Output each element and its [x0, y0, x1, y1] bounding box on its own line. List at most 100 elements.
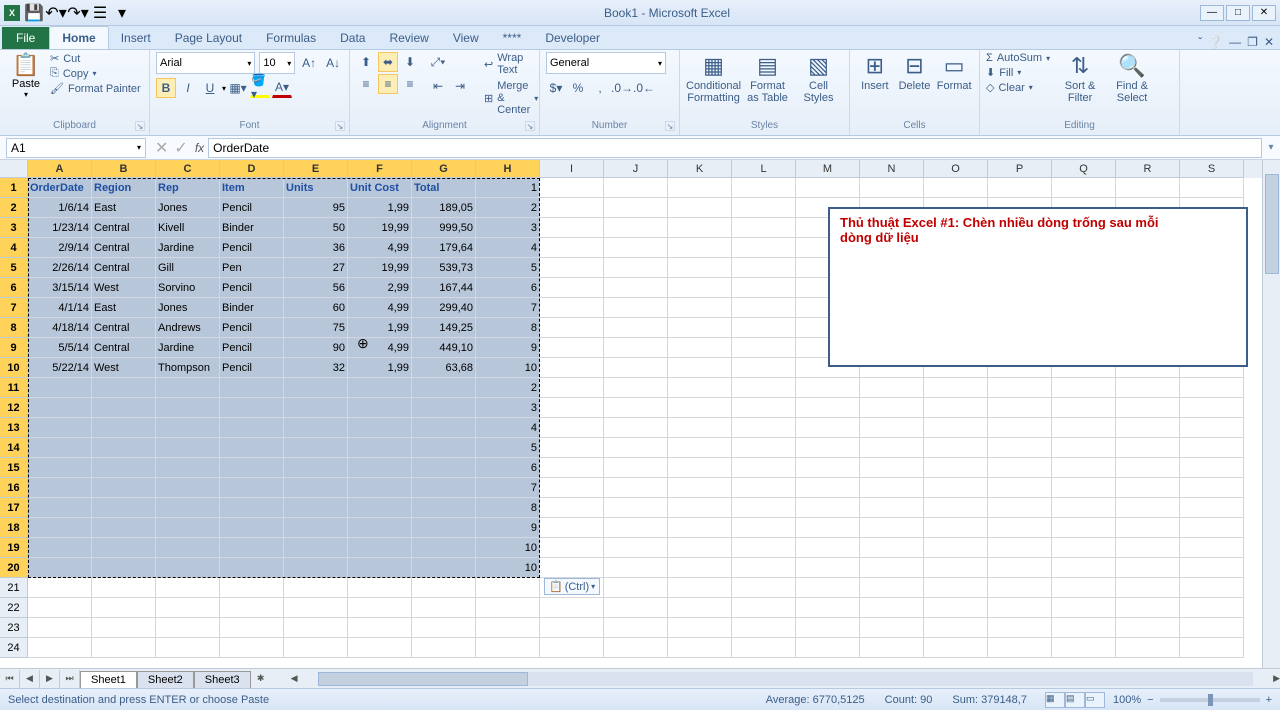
cell[interactable]: 449,10	[412, 338, 476, 358]
cell[interactable]: 5	[476, 438, 540, 458]
cell[interactable]	[924, 178, 988, 198]
cell[interactable]	[1052, 518, 1116, 538]
cell[interactable]	[796, 478, 860, 498]
cell[interactable]	[412, 638, 476, 658]
cell[interactable]	[476, 638, 540, 658]
column-header-Q[interactable]: Q	[1052, 160, 1116, 178]
cell[interactable]	[540, 278, 604, 298]
cell[interactable]	[988, 638, 1052, 658]
wrap-text-button[interactable]: ↩Wrap Text	[484, 52, 538, 76]
cell[interactable]	[604, 538, 668, 558]
cell[interactable]	[860, 398, 924, 418]
cell[interactable]: 9	[476, 338, 540, 358]
cell[interactable]: 539,73	[412, 258, 476, 278]
column-header-G[interactable]: G	[412, 160, 476, 178]
cell[interactable]	[668, 298, 732, 318]
cell[interactable]	[284, 398, 348, 418]
cell[interactable]	[1116, 558, 1180, 578]
cell[interactable]	[1180, 438, 1244, 458]
paste-options-button[interactable]: 📋(Ctrl)▾	[544, 578, 600, 595]
cell[interactable]	[1052, 438, 1116, 458]
column-header-F[interactable]: F	[348, 160, 412, 178]
column-header-O[interactable]: O	[924, 160, 988, 178]
cell[interactable]	[284, 558, 348, 578]
cell[interactable]	[540, 178, 604, 198]
cell[interactable]	[540, 438, 604, 458]
row-header-23[interactable]: 23	[0, 618, 28, 638]
cell[interactable]: 2	[476, 378, 540, 398]
cell[interactable]	[348, 378, 412, 398]
cell[interactable]	[604, 358, 668, 378]
cell[interactable]	[924, 438, 988, 458]
cell[interactable]	[28, 518, 92, 538]
cell[interactable]	[796, 638, 860, 658]
cell[interactable]	[284, 498, 348, 518]
cell[interactable]	[28, 538, 92, 558]
cell[interactable]	[220, 638, 284, 658]
cell[interactable]	[988, 378, 1052, 398]
shrink-font-icon[interactable]: A↓	[323, 53, 343, 73]
row-header-22[interactable]: 22	[0, 598, 28, 618]
cell[interactable]: Pencil	[220, 198, 284, 218]
cut-button[interactable]: ✂Cut	[50, 52, 141, 65]
cell[interactable]	[860, 438, 924, 458]
cell[interactable]	[668, 638, 732, 658]
cell[interactable]: Pencil	[220, 338, 284, 358]
cell[interactable]	[220, 618, 284, 638]
prev-sheet-button[interactable]: ◀	[20, 670, 40, 688]
format-cells-button[interactable]: ▭Format	[935, 52, 973, 92]
cell[interactable]: 299,40	[412, 298, 476, 318]
cell[interactable]	[732, 438, 796, 458]
cell[interactable]	[860, 618, 924, 638]
sheet-tab-1[interactable]: Sheet1	[80, 671, 137, 688]
cell[interactable]	[988, 618, 1052, 638]
cell[interactable]	[220, 378, 284, 398]
cell[interactable]	[924, 618, 988, 638]
cell[interactable]	[220, 418, 284, 438]
cell[interactable]: 7	[476, 298, 540, 318]
cell[interactable]	[156, 498, 220, 518]
cell[interactable]	[540, 538, 604, 558]
cell[interactable]	[604, 578, 668, 598]
cell[interactable]	[284, 518, 348, 538]
row-header-16[interactable]: 16	[0, 478, 28, 498]
cell[interactable]: 1,99	[348, 318, 412, 338]
format-as-table-button[interactable]: ▤Format as Table	[743, 52, 792, 104]
cell[interactable]: 56	[284, 278, 348, 298]
cell[interactable]	[540, 498, 604, 518]
cell[interactable]	[668, 238, 732, 258]
new-sheet-button[interactable]: ✱	[251, 670, 271, 688]
cell[interactable]	[604, 378, 668, 398]
cell[interactable]	[348, 518, 412, 538]
cell[interactable]	[988, 418, 1052, 438]
help-icon[interactable]: ❔	[1208, 35, 1223, 49]
cell[interactable]: Jardine	[156, 338, 220, 358]
row-header-15[interactable]: 15	[0, 458, 28, 478]
cell[interactable]	[732, 178, 796, 198]
cell[interactable]	[732, 258, 796, 278]
cell[interactable]	[156, 438, 220, 458]
cell[interactable]	[668, 618, 732, 638]
cell[interactable]: 90	[284, 338, 348, 358]
cell[interactable]	[1180, 458, 1244, 478]
cell[interactable]: Central	[92, 258, 156, 278]
cell[interactable]	[1052, 378, 1116, 398]
cell[interactable]	[348, 418, 412, 438]
paste-button[interactable]: 📋 Paste ▾	[6, 52, 46, 99]
cell[interactable]	[476, 618, 540, 638]
cell[interactable]	[92, 638, 156, 658]
insert-cells-button[interactable]: ⊞Insert	[856, 52, 894, 92]
cell[interactable]	[732, 578, 796, 598]
cell[interactable]: Pencil	[220, 278, 284, 298]
cell[interactable]	[540, 378, 604, 398]
cell[interactable]	[924, 598, 988, 618]
cell[interactable]: 4	[476, 238, 540, 258]
cell[interactable]	[796, 498, 860, 518]
cell[interactable]	[796, 178, 860, 198]
form-icon[interactable]: ☰	[92, 5, 108, 21]
cell[interactable]	[220, 518, 284, 538]
conditional-formatting-button[interactable]: ▦Conditional Formatting	[686, 52, 741, 104]
find-select-button[interactable]: 🔍Find & Select	[1110, 52, 1154, 104]
cell[interactable]	[1116, 578, 1180, 598]
cell[interactable]	[860, 478, 924, 498]
